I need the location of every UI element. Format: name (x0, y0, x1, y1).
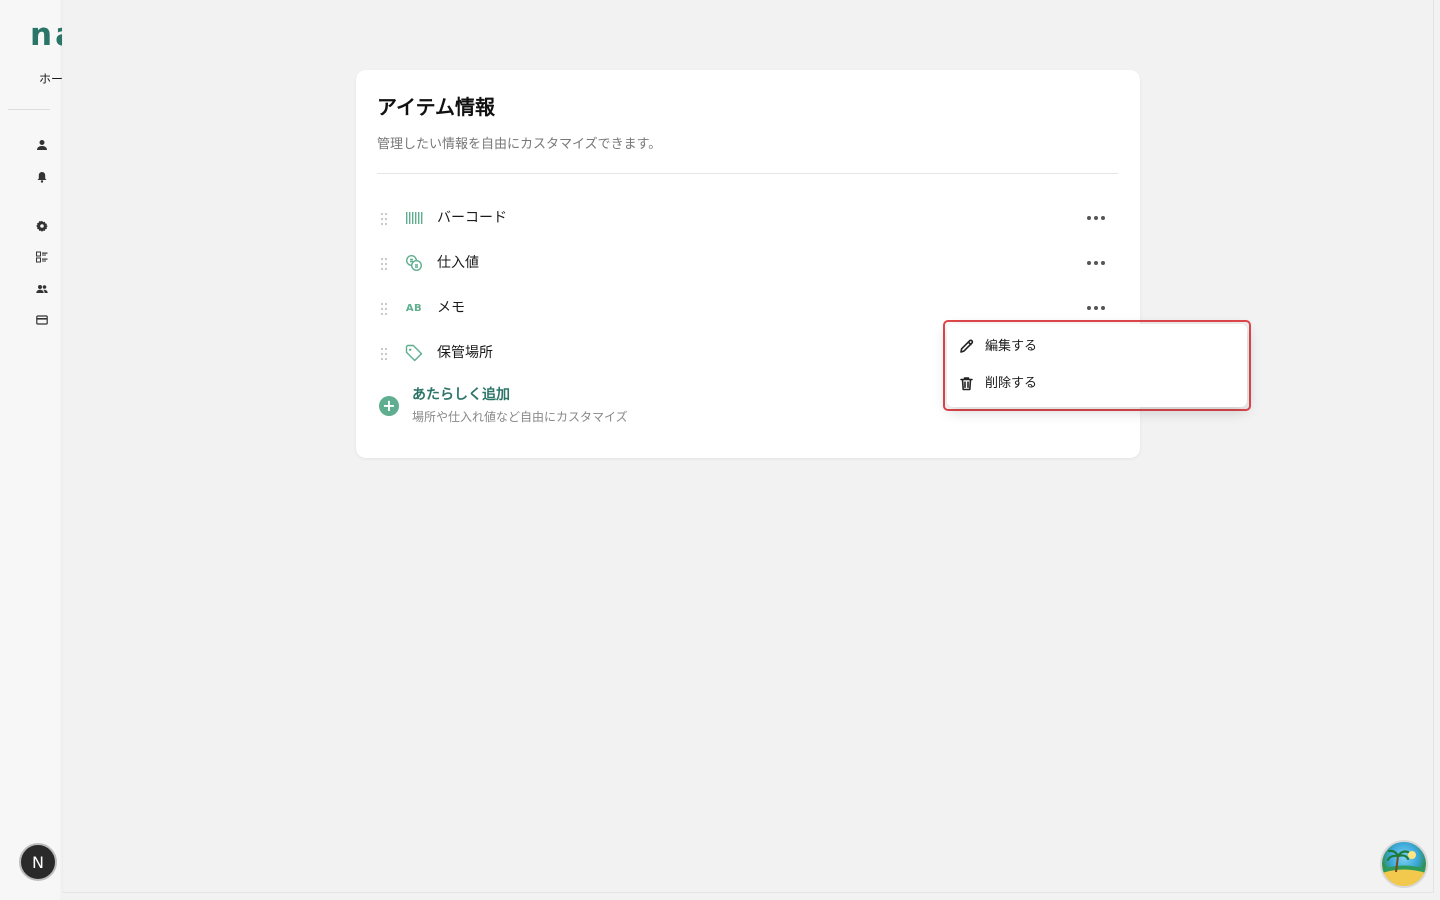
pencil-icon (958, 338, 975, 355)
page-subtitle: 管理したい情報を自由にカスタマイズできます。 (377, 137, 662, 152)
page-title: アイテム情報 (377, 95, 495, 119)
edit-label: 編集する (985, 339, 1038, 354)
add-new-title: あたらしく追加 (412, 387, 510, 403)
field-row-barcode[interactable]: バーコード (377, 200, 1118, 236)
card-divider (377, 173, 1118, 174)
plus-circle-icon: + (379, 396, 399, 416)
field-label: 保管場所 (437, 345, 493, 361)
more-options-button[interactable] (1083, 253, 1109, 273)
gear-icon[interactable] (34, 218, 50, 234)
group-icon[interactable] (34, 281, 50, 297)
text-ab-icon-label: AB (405, 302, 423, 314)
more-options-button[interactable] (1083, 298, 1109, 318)
more-options-button[interactable] (1083, 208, 1109, 228)
add-new-field-button[interactable]: + あたらしく追加 場所や仕入れ値など自由にカスタマイズ (377, 385, 777, 425)
drag-handle-icon[interactable] (380, 211, 388, 226)
barcode-icon (404, 208, 424, 228)
text-ab-icon: AB (404, 298, 424, 318)
drag-handle-icon[interactable] (380, 301, 388, 316)
edit-menu-item[interactable]: 編集する (947, 330, 1247, 364)
field-label: メモ (437, 300, 465, 316)
trash-icon (958, 375, 975, 392)
delete-label: 削除する (985, 376, 1038, 391)
user-avatar[interactable]: N (19, 843, 57, 881)
tag-icon (404, 343, 424, 363)
add-new-subtitle: 場所や仕入れ値など自由にカスタマイズ (412, 410, 628, 424)
card-icon[interactable] (34, 312, 50, 328)
bell-icon[interactable] (34, 169, 50, 185)
list-icon[interactable] (34, 249, 50, 265)
sidebar: nanco ホームへ戻る N (0, 0, 147, 900)
sidebar-divider (8, 109, 50, 110)
drag-handle-icon[interactable] (380, 256, 388, 271)
drag-handle-icon[interactable] (380, 346, 388, 361)
delete-menu-item[interactable]: 削除する (947, 367, 1247, 401)
field-label: 仕入値 (437, 255, 479, 271)
field-label: バーコード (437, 210, 507, 226)
field-options-menu: 編集する 削除する (947, 324, 1247, 407)
field-row-cost[interactable]: 仕入値 (377, 245, 1118, 281)
floating-assistant-avatar[interactable] (1380, 840, 1428, 888)
coins-icon (404, 253, 424, 273)
person-icon[interactable] (34, 137, 50, 153)
